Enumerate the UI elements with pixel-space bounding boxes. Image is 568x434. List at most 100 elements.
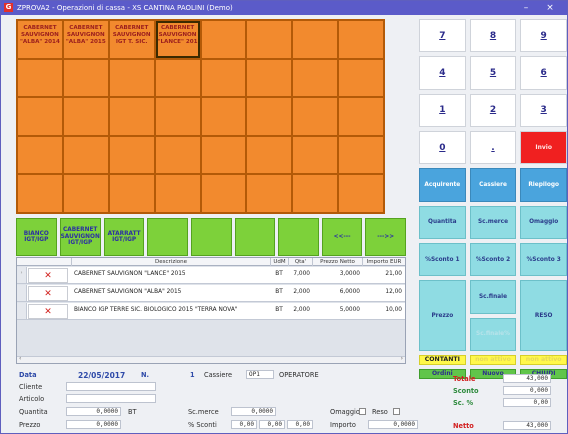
empty-product-slot[interactable]	[339, 21, 383, 58]
category-button[interactable]: CABERNET SAUVIGNON IGT/IGP	[59, 218, 101, 256]
category-button[interactable]	[278, 218, 319, 256]
empty-product-slot[interactable]	[293, 98, 338, 135]
product-button[interactable]: CABERNET SAUVIGNON "LANCE" 201	[155, 21, 200, 58]
invio-button[interactable]: Invio	[520, 130, 567, 165]
empty-product-slot[interactable]	[63, 59, 108, 97]
empty-product-slot[interactable]	[109, 136, 154, 174]
product-button[interactable]: CABERNET SAUVIGNON "ALBA" 2015	[63, 21, 108, 58]
empty-product-slot[interactable]	[18, 59, 62, 97]
category-button[interactable]	[147, 218, 188, 256]
col-descrizione[interactable]: Descrizione	[71, 258, 270, 266]
empty-product-slot[interactable]	[155, 175, 200, 212]
reso-button[interactable]: RESO	[520, 280, 567, 351]
key-8[interactable]: 8	[469, 19, 517, 53]
delete-row-icon[interactable]: ✕	[28, 268, 68, 283]
sconto-2-field[interactable]: 0,00	[259, 420, 285, 429]
empty-product-slot[interactable]	[18, 175, 62, 212]
empty-product-slot[interactable]	[63, 136, 108, 174]
prezzo-button[interactable]: Prezzo	[419, 280, 466, 351]
importo-field[interactable]: 0,0000	[368, 420, 418, 429]
empty-product-slot[interactable]	[63, 98, 108, 135]
key-9[interactable]: 9	[520, 19, 567, 53]
scfinale-perc-button[interactable]: Sc.finale%	[469, 317, 517, 351]
table-row[interactable]: ✕ BIANCO IGP TERRE SIC. BIOLOGICO 2015 "T…	[17, 303, 405, 320]
empty-product-slot[interactable]	[201, 175, 246, 212]
omaggio-checkbox[interactable]	[359, 408, 366, 415]
empty-product-slot[interactable]	[247, 136, 292, 174]
product-button[interactable]: CABERNET SAUVIGNON IGT T. SIC.	[109, 21, 154, 58]
minimize-button[interactable]: –	[519, 1, 533, 15]
key-4[interactable]: 4	[419, 56, 466, 90]
scmerce-button[interactable]: Sc.merce	[469, 205, 517, 239]
delete-row-icon[interactable]: ✕	[28, 286, 68, 301]
prev-page-button[interactable]: <<---	[321, 218, 363, 256]
empty-product-slot[interactable]	[155, 136, 200, 174]
empty-product-slot[interactable]	[339, 175, 383, 212]
col-importo[interactable]: Importo EUR	[362, 258, 405, 266]
empty-product-slot[interactable]	[109, 98, 154, 135]
horizontal-scrollbar[interactable]: ‹ ›	[17, 355, 405, 363]
table-row[interactable]: ✕ CABERNET SAUVIGNON "ALBA" 2015 BT 2,000 6,…	[17, 285, 405, 302]
empty-product-slot[interactable]	[18, 98, 62, 135]
key-7[interactable]: 7	[419, 19, 466, 53]
key-0[interactable]: 0	[419, 130, 466, 165]
sconto-1-field[interactable]: 0,00	[231, 420, 257, 429]
category-button[interactable]	[234, 218, 276, 256]
empty-product-slot[interactable]	[155, 98, 200, 135]
quantita-field[interactable]: 0,0000	[66, 407, 121, 416]
non-attivo-button-1[interactable]: non attivo	[469, 354, 517, 365]
scmerce-field[interactable]: 0,0000	[231, 407, 276, 416]
empty-product-slot[interactable]	[201, 59, 246, 97]
empty-product-slot[interactable]	[293, 21, 338, 58]
empty-product-slot[interactable]	[247, 21, 292, 58]
sconto-3-field[interactable]: 0,00	[287, 420, 313, 429]
key-5[interactable]: 5	[469, 56, 517, 90]
category-button[interactable]: ATARRATT IGT/IGP	[103, 218, 145, 256]
row-selector[interactable]	[17, 285, 27, 301]
key-3[interactable]: 3	[520, 93, 567, 127]
scroll-right-icon[interactable]: ›	[401, 355, 403, 362]
articolo-field[interactable]	[66, 394, 156, 403]
empty-product-slot[interactable]	[109, 175, 154, 212]
cassiere-button[interactable]: Cassiere	[469, 168, 517, 202]
category-button[interactable]: BIANCO IGT/IGP	[16, 218, 57, 256]
empty-product-slot[interactable]	[63, 175, 108, 212]
scroll-left-icon[interactable]: ‹	[19, 355, 21, 362]
sconto-field[interactable]: 0,000	[503, 386, 551, 395]
empty-product-slot[interactable]	[109, 59, 154, 97]
sconto1-button[interactable]: %Sconto 1	[419, 242, 466, 277]
contanti-button[interactable]: CONTANTI	[419, 354, 466, 365]
cliente-field[interactable]	[66, 382, 156, 391]
col-qta[interactable]: Qta'	[288, 258, 312, 266]
next-page-button[interactable]: --->>	[365, 218, 406, 256]
riepilogo-button[interactable]: Riepilogo	[520, 168, 567, 202]
scfinale-button[interactable]: Sc.finale	[469, 280, 517, 314]
row-selector[interactable]	[17, 303, 27, 319]
sconto-perc-field[interactable]: 0,00	[503, 398, 551, 407]
reso-checkbox[interactable]	[393, 408, 400, 415]
key-2[interactable]: 2	[469, 93, 517, 127]
acquirente-button[interactable]: Acquirente	[419, 168, 466, 202]
empty-product-slot[interactable]	[247, 59, 292, 97]
product-button[interactable]: CABERNET SAUVIGNON "ALBA" 2014	[18, 21, 62, 58]
quantita-button[interactable]: Quantita	[419, 205, 466, 239]
key-decimal[interactable]: .	[469, 130, 517, 165]
sconto3-button[interactable]: %Sconto 3	[520, 242, 567, 277]
empty-product-slot[interactable]	[247, 175, 292, 212]
row-selector[interactable]: ›	[17, 267, 27, 283]
empty-product-slot[interactable]	[201, 136, 246, 174]
empty-product-slot[interactable]	[339, 98, 383, 135]
empty-product-slot[interactable]	[18, 136, 62, 174]
col-udm[interactable]: UdM	[270, 258, 288, 266]
empty-product-slot[interactable]	[155, 59, 200, 97]
empty-product-slot[interactable]	[339, 59, 383, 97]
empty-product-slot[interactable]	[339, 136, 383, 174]
non-attivo-button-2[interactable]: non attivo	[520, 354, 567, 365]
empty-product-slot[interactable]	[293, 175, 338, 212]
empty-product-slot[interactable]	[293, 59, 338, 97]
cassiere-code-field[interactable]: OP1	[246, 370, 274, 379]
key-1[interactable]: 1	[419, 93, 466, 127]
col-prezzo[interactable]: Prezzo Netto	[312, 258, 362, 266]
delete-row-icon[interactable]: ✕	[28, 304, 68, 319]
key-6[interactable]: 6	[520, 56, 567, 90]
